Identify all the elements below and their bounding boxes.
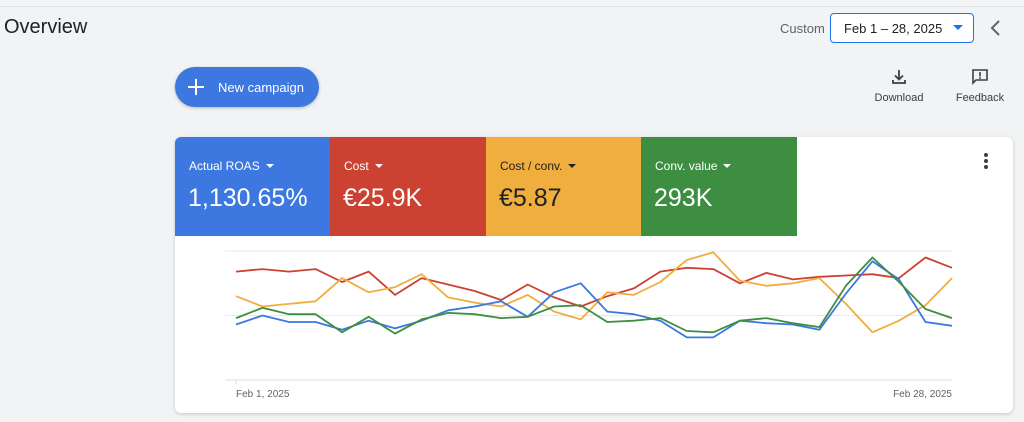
metric-label: Actual ROAS — [189, 159, 274, 173]
new-campaign-label: New campaign — [218, 79, 304, 95]
dropdown-caret-icon — [723, 164, 732, 168]
metric-label: Cost — [344, 159, 383, 173]
chart-series-line-2 — [235, 251, 953, 334]
dropdown-caret-icon — [374, 164, 383, 168]
custom-range-label: Custom — [780, 21, 825, 36]
dropdown-caret-icon — [953, 25, 963, 30]
metric-value: €25.9K — [343, 184, 423, 212]
feedback-label: Feedback — [955, 92, 1005, 104]
new-campaign-button[interactable]: New campaign — [175, 67, 319, 107]
metric-tile-cost-per-conv[interactable]: Cost / conv. €5.87 — [486, 137, 642, 236]
feedback-button[interactable]: Feedback — [950, 68, 1010, 104]
download-button[interactable]: Download — [869, 68, 929, 104]
metric-label-text: Cost / conv. — [500, 159, 563, 173]
page-title: Overview — [4, 16, 88, 38]
chart-series-line-1 — [235, 256, 953, 308]
x-tick-label-start: Feb 1, 2025 — [236, 389, 290, 400]
chevron-left-icon[interactable] — [986, 16, 1006, 40]
plus-icon — [188, 79, 204, 95]
feedback-icon — [972, 69, 988, 85]
download-label: Download — [874, 92, 924, 104]
download-icon — [892, 70, 906, 84]
performance-line-chart: Feb 1, 2025 Feb 28, 2025 — [225, 250, 953, 400]
metric-value: €5.87 — [499, 184, 562, 212]
metric-value: 1,130.65% — [188, 184, 308, 212]
metric-label-text: Cost — [344, 159, 369, 173]
metric-label: Conv. value — [655, 159, 732, 173]
more-vert-icon[interactable] — [980, 153, 992, 173]
metric-tile-cost[interactable]: Cost €25.9K — [330, 137, 486, 236]
x-tick-label-end: Feb 28, 2025 — [893, 389, 952, 400]
date-range-value: Feb 1 – 28, 2025 — [844, 20, 943, 36]
overview-card: Actual ROAS 1,130.65% Cost €25.9K Cost /… — [175, 137, 1013, 413]
metric-label: Cost / conv. — [500, 159, 577, 173]
dropdown-caret-icon — [265, 164, 274, 168]
metric-tile-actual-roas[interactable]: Actual ROAS 1,130.65% — [175, 137, 331, 236]
chart-series-line-3 — [235, 260, 953, 339]
metric-tile-conv-value[interactable]: Conv. value 293K — [641, 137, 797, 236]
metric-label-text: Actual ROAS — [189, 159, 260, 173]
date-range-picker[interactable]: Feb 1 – 28, 2025 — [830, 13, 974, 43]
top-divider — [0, 6, 1024, 7]
dropdown-caret-icon — [568, 164, 577, 168]
metric-label-text: Conv. value — [655, 159, 718, 173]
metric-value: 293K — [654, 184, 713, 212]
